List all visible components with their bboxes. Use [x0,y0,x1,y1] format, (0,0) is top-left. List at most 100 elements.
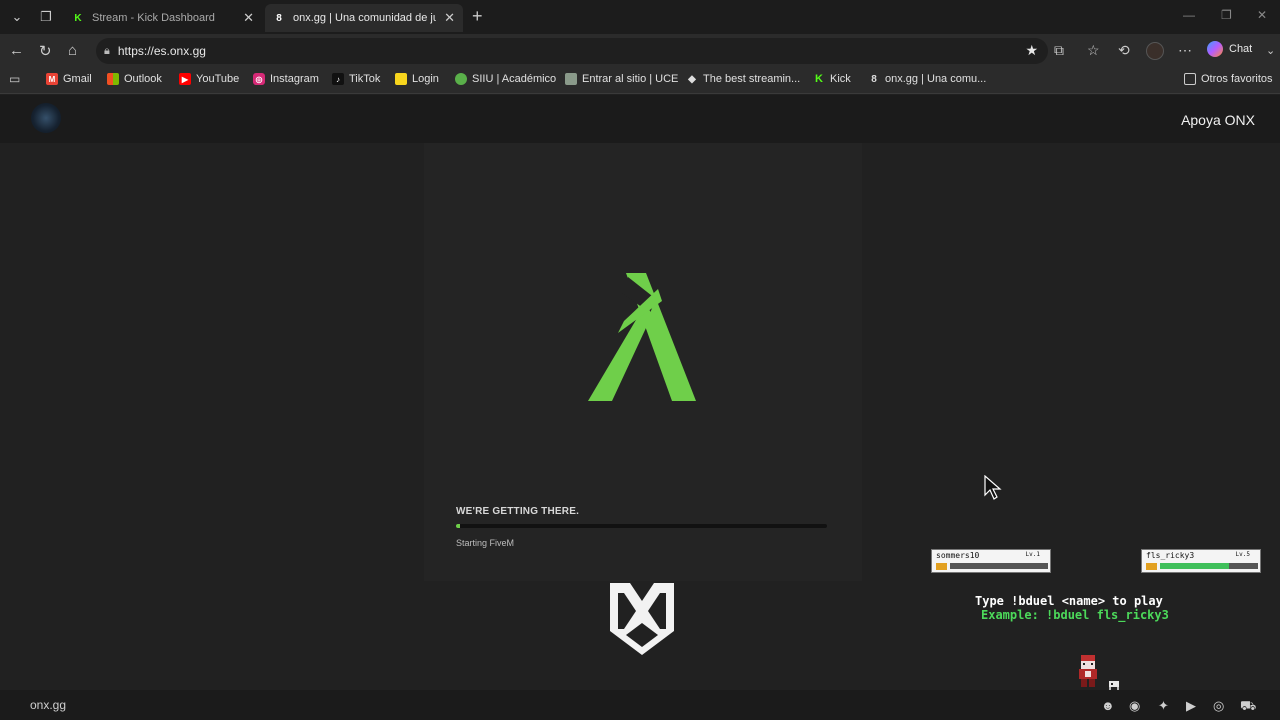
duel-player2-name: fls_ricky3 [1146,551,1195,560]
bookmark-gmail[interactable]: M Gmail [46,73,92,85]
close-icon[interactable]: ✕ [444,10,455,26]
mouse-cursor [984,475,1002,500]
onx-icon: 8 [871,73,877,85]
tab-list-button[interactable]: ⌄ [2,2,32,32]
discord-alt-icon[interactable]: ☻ [1101,698,1115,713]
bookmark-label: Login [412,73,439,85]
more-icon[interactable]: ⋯ [1178,42,1192,59]
duel-player1-level: Lv.1 [1025,551,1040,558]
close-icon[interactable]: ✕ [243,10,254,26]
minimize-button[interactable]: — [1183,8,1195,22]
gmail-icon: M [46,73,58,85]
bookmark-label: TikTok [349,73,381,85]
bookmark-siiu[interactable]: SIIU | Académico [455,73,556,85]
navigation-bar: ← ↻ ⌂ 🔒︎ https://es.onx.gg ★ ⧉ ☆ ⟲ ⋯ ⌄ [0,34,1280,68]
favorites-icon[interactable]: ☆ [1087,42,1100,59]
bookmark-label: The best streamin... [703,73,801,85]
duel-player2-hp-label: HP: [1146,563,1157,570]
onx-logo [610,583,674,655]
duel-player2-hp-fill [1160,563,1229,569]
address-bar[interactable]: 🔒︎ https://es.onx.gg ★ [96,38,1048,64]
duel-instruction: Type !bduel <name> to play [975,594,1163,608]
workspaces-button[interactable]: ❐ [31,2,61,32]
folder-icon [1184,73,1196,85]
bookmarks-bar: ▭ M Gmail Outlook ▶ YouTube ◎ Instagram … [0,68,1280,94]
history-icon[interactable]: ⟲ [1118,42,1130,59]
instagram-icon: ◎ [253,73,265,85]
other-favorites-label: Otros favoritos [1201,73,1273,85]
copilot-chat-button[interactable]: Chat [1207,41,1252,57]
bookmark-streaming[interactable]: ◆ The best streamin... [686,73,800,85]
sidebar-toggle-icon[interactable]: ▭ [9,72,20,86]
bookmark-uce[interactable]: Entrar al sitio | UCE [565,73,678,85]
window-close-button[interactable]: ✕ [1257,8,1267,22]
loading-progress-bar [456,524,827,528]
tab-bar: ⌄ ❐ K Stream - Kick Dashboard ✕ 8 onx.gg… [0,0,1280,34]
bookmark-kick[interactable]: K Kick [813,73,851,85]
instagram-icon[interactable]: ◎ [1213,698,1224,714]
bookmark-youtube[interactable]: ▶ YouTube [179,73,239,85]
discord-icon[interactable]: ◉ [1129,698,1140,714]
youtube-icon: ▶ [179,73,191,85]
kick-icon: K [74,12,82,24]
duel-player1-name: sommers10 [936,551,980,560]
bookmark-label: Kick [830,73,851,85]
tab-title: onx.gg | Una comunidad de juego [293,12,437,24]
copilot-icon [1207,41,1223,57]
youtube-icon[interactable]: ▶ [1186,698,1196,714]
bookmark-label: onx.gg | Una comu... [885,73,987,85]
duel-player2-hp-track [1160,563,1258,569]
duel-player2-card: fls_ricky3 Lv.5 HP: [1141,549,1261,573]
tab-onx[interactable]: 8 onx.gg | Una comunidad de juego ✕ [265,4,463,32]
loading-progress-fill [456,524,460,528]
login-icon [395,73,407,85]
loading-status-title: WE'RE GETTING THERE. [456,506,580,517]
bookmark-label: Entrar al sitio | UCE [582,73,679,85]
bookmark-instagram[interactable]: ◎ Instagram [253,73,319,85]
extensions-icon[interactable]: ⧉ [1054,42,1064,59]
footer-brand[interactable]: onx.gg [30,698,66,712]
pixel-character-sprite [1079,655,1097,687]
bookmark-label: Outlook [124,73,162,85]
other-favorites-folder[interactable]: Otros favoritos [1184,73,1273,85]
fivem-logo [588,273,696,401]
windows-icon [107,73,119,85]
bookmark-outlook[interactable]: Outlook [107,73,162,85]
duel-example: Example: !bduel fls_ricky3 [981,608,1169,622]
duel-player1-hp-label: HP: [936,563,947,570]
home-icon[interactable]: ⌂ [68,42,77,59]
kick-icon: K [815,73,823,85]
profile-avatar[interactable] [1146,42,1164,60]
tiktok-icon: ♪ [332,73,344,85]
tab-title: Stream - Kick Dashboard [92,12,215,24]
duel-player1-hp-track [950,563,1048,569]
back-icon[interactable]: ← [9,42,24,59]
support-link[interactable]: Apoya ONX [1181,112,1255,128]
bookmark-label: YouTube [196,73,240,85]
restore-button[interactable]: ❐ [1221,8,1232,22]
bookmark-tiktok[interactable]: ♪ TikTok [332,73,380,85]
twitter-icon[interactable]: ✦ [1158,698,1169,714]
page-content: Apoya ONX WE'RE GETTING THERE. Starting … [0,95,1280,720]
refresh-icon[interactable]: ↻ [39,42,52,60]
new-tab-button[interactable]: + [472,6,483,27]
duel-player1-card: sommers10 Lv.1 HP: [931,549,1051,573]
favorite-star-icon[interactable]: ★ [1025,42,1038,59]
bookmark-label: SIIU | Académico [472,73,557,85]
bookmark-label: Gmail [63,73,92,85]
bookmark-login[interactable]: Login [395,73,439,85]
bookmark-onx[interactable]: 8 onx.gg | Una comu... [868,73,986,85]
duel-player2-level: Lv.5 [1235,551,1250,558]
lock-icon[interactable]: 🔒︎ [104,45,110,58]
bookmark-label: Instagram [270,73,319,85]
shop-icon[interactable]: ⛟ [1240,698,1256,716]
streaming-icon: ◆ [688,73,696,85]
site-logo[interactable] [31,103,61,133]
loading-status-text: Starting FiveM [456,538,515,548]
onx-icon: 8 [276,12,282,24]
chevron-down-icon[interactable]: ⌄ [1266,44,1275,57]
uce-icon [565,73,577,85]
siiu-icon [455,73,467,85]
tab-kick-dashboard[interactable]: K Stream - Kick Dashboard ✕ [64,4,262,32]
chat-label: Chat [1229,43,1253,55]
